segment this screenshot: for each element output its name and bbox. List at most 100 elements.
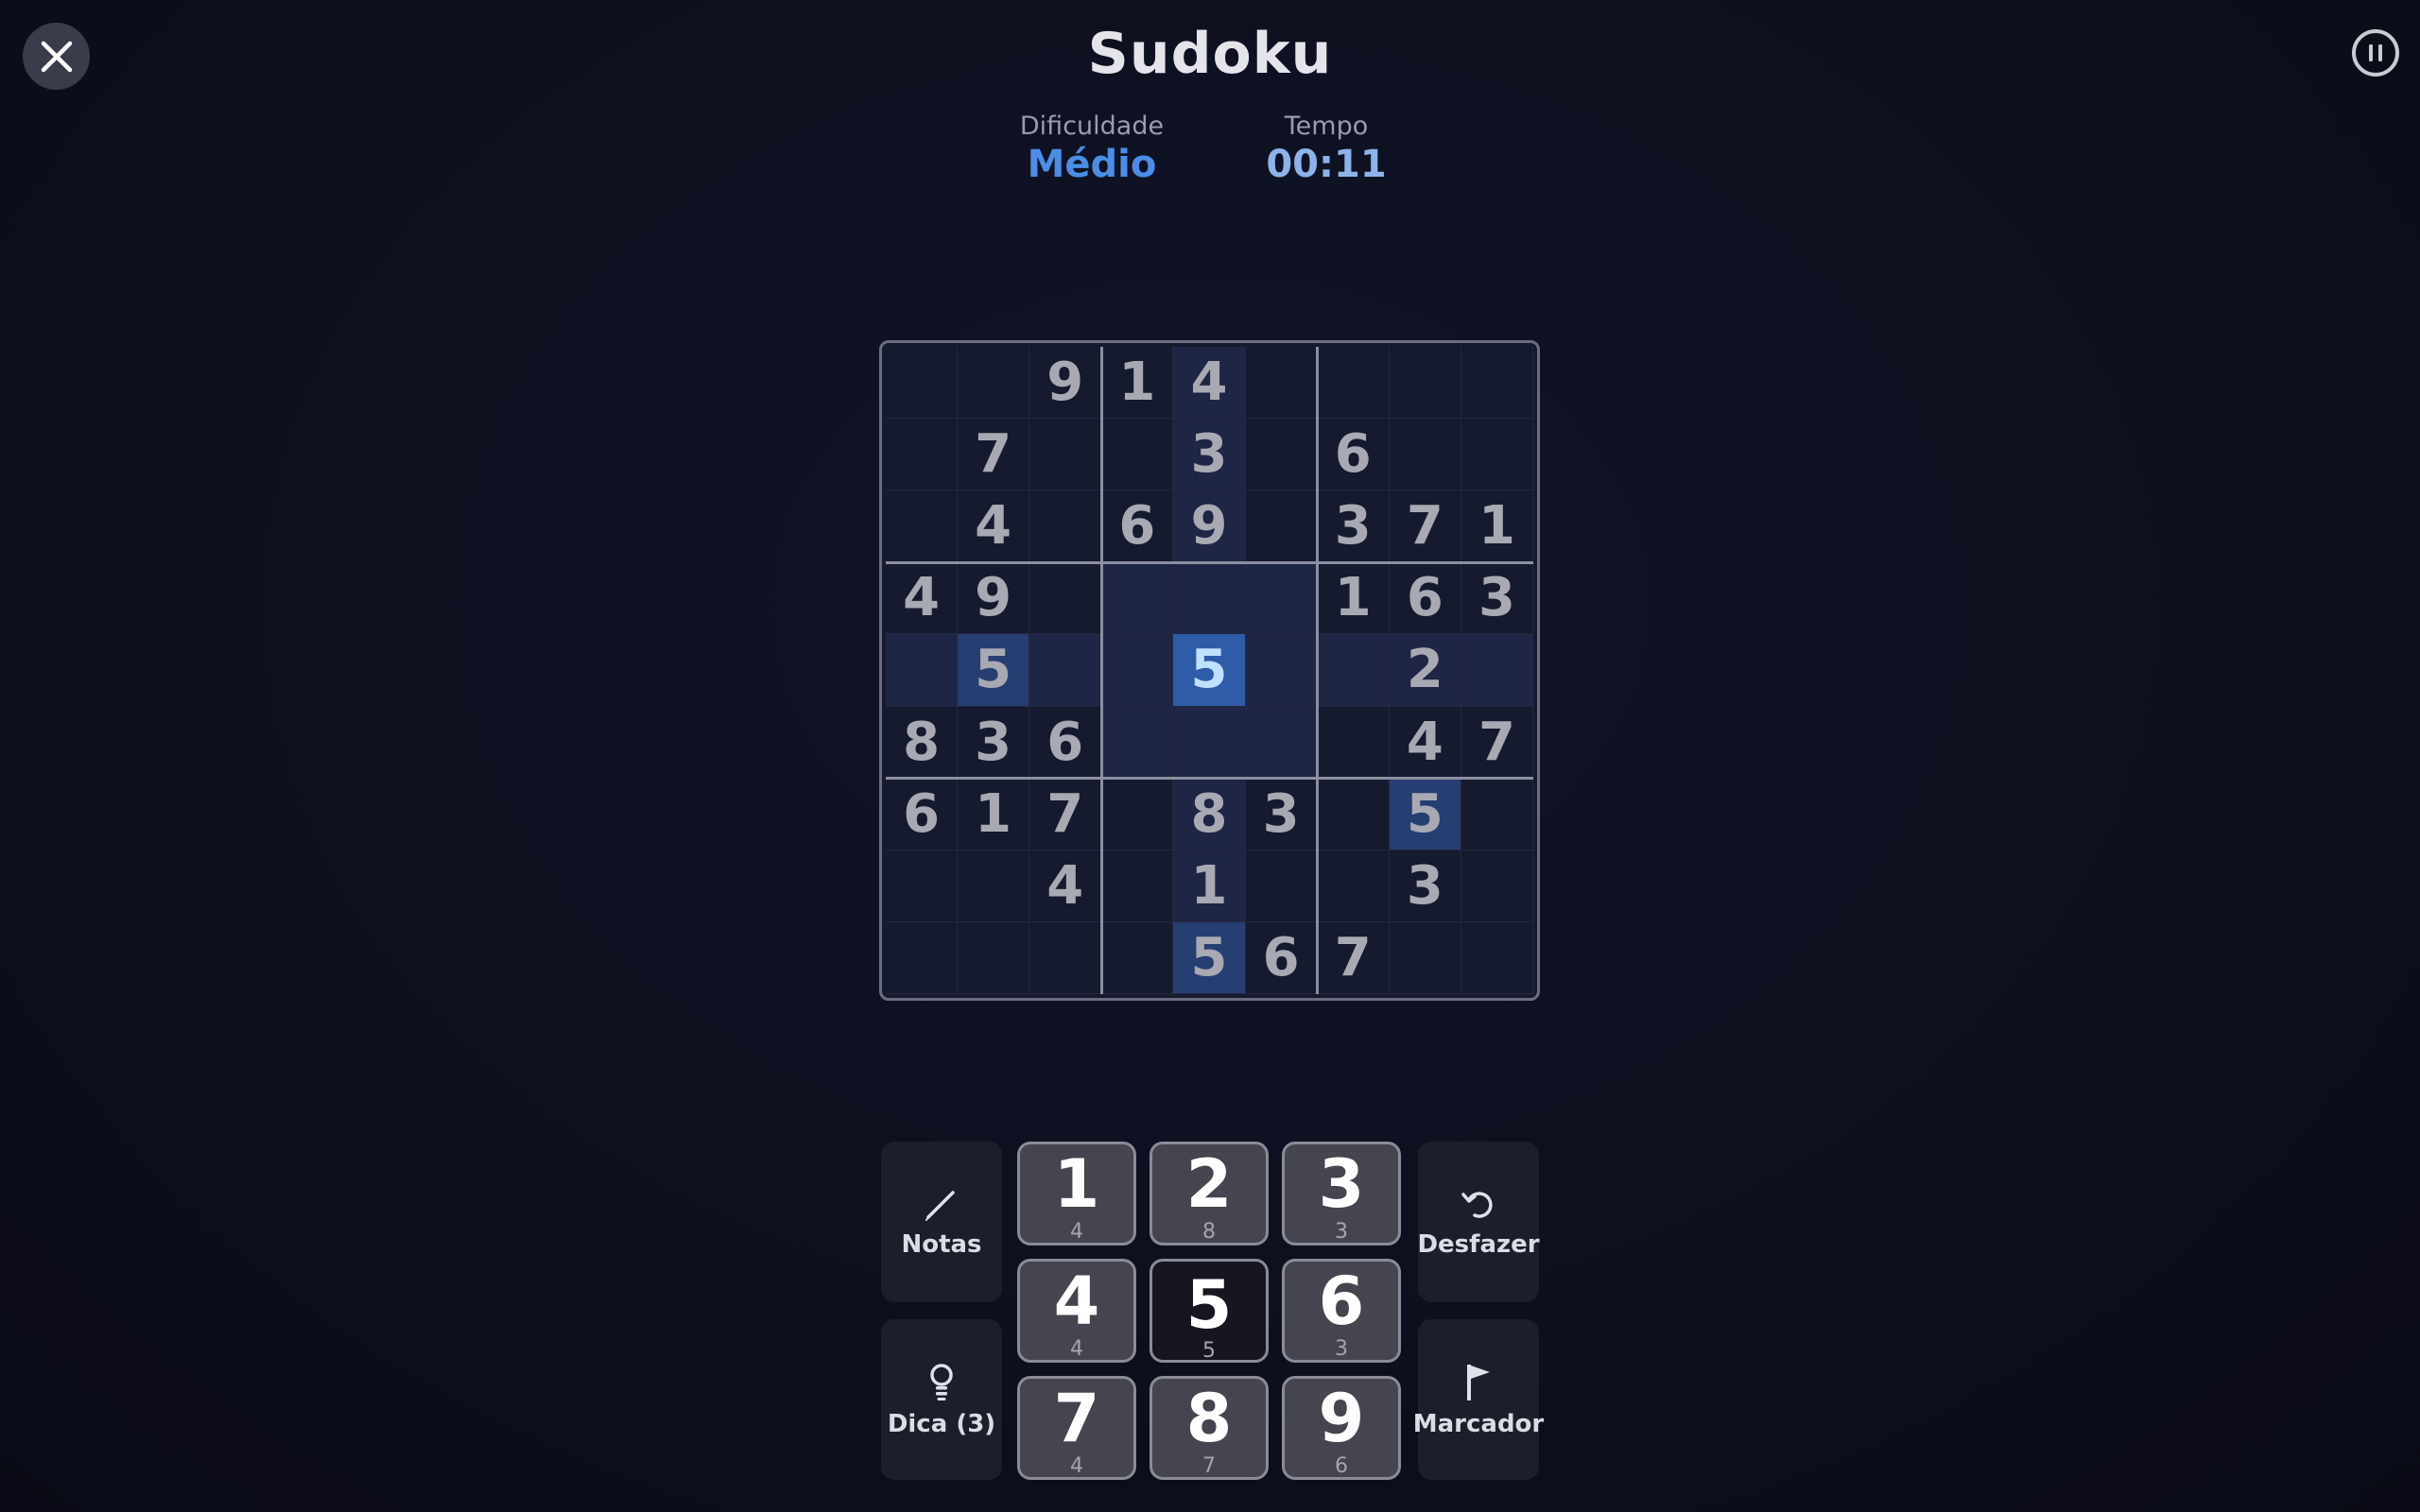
sudoku-cell[interactable]: 5 [958,634,1030,707]
sudoku-cell[interactable]: 3 [1461,562,1533,635]
sudoku-cell[interactable]: 7 [1029,778,1102,850]
undo-button[interactable]: Desfazer [1417,1142,1540,1302]
sudoku-cell[interactable]: 6 [1245,921,1318,994]
number-button-9[interactable]: 96 [1282,1376,1401,1480]
sudoku-cell[interactable] [886,921,959,994]
sudoku-cell[interactable] [1245,490,1318,563]
sudoku-cell[interactable]: 6 [1101,490,1174,563]
sudoku-cell[interactable] [1317,347,1390,420]
sudoku-cell[interactable]: 1 [1173,850,1246,922]
sudoku-cell[interactable]: 8 [1173,778,1246,850]
sudoku-cell[interactable]: 3 [1245,778,1318,850]
sudoku-cell[interactable] [1173,706,1246,779]
sudoku-cell[interactable] [886,634,959,707]
sudoku-cell[interactable] [1461,347,1533,420]
sudoku-cell[interactable] [1461,850,1533,922]
sudoku-cell[interactable]: 6 [886,778,959,850]
sudoku-cell[interactable]: 4 [958,490,1030,563]
sudoku-cell[interactable]: 5 [1173,634,1246,707]
sudoku-cell[interactable] [1029,419,1102,491]
sudoku-cell[interactable] [1461,921,1533,994]
sudoku-cell[interactable]: 9 [1029,347,1102,420]
sudoku-cell[interactable] [886,347,959,420]
number-button-3[interactable]: 33 [1282,1142,1401,1246]
marker-button[interactable]: Marcador [1413,1319,1544,1480]
sudoku-cell[interactable] [1245,634,1318,707]
sudoku-cell[interactable] [1389,419,1461,491]
sudoku-cell[interactable]: 7 [1317,921,1390,994]
sudoku-cell[interactable] [1317,778,1390,850]
hint-button[interactable]: Dica (3) [881,1319,1002,1480]
sudoku-cell[interactable] [1461,419,1533,491]
number-button-5[interactable]: 55 [1150,1259,1269,1363]
sudoku-cell[interactable] [886,490,959,563]
sudoku-cell[interactable]: 1 [1461,490,1533,563]
sudoku-cell[interactable] [1101,419,1174,491]
sudoku-cell[interactable] [1317,706,1390,779]
sudoku-cell[interactable] [1101,706,1174,779]
sudoku-cell[interactable]: 2 [1389,634,1461,707]
sudoku-cell[interactable]: 1 [958,778,1030,850]
sudoku-cell[interactable] [1029,490,1102,563]
sudoku-cell[interactable] [1461,778,1533,850]
sudoku-cell[interactable] [958,850,1030,922]
sudoku-cell[interactable]: 8 [886,706,959,779]
pause-button[interactable] [2352,29,2399,77]
sudoku-cell[interactable] [1101,562,1174,635]
sudoku-cell[interactable] [1173,562,1246,635]
sudoku-cell[interactable]: 1 [1317,562,1390,635]
number-button-8[interactable]: 87 [1150,1376,1269,1480]
sudoku-cell[interactable] [1101,778,1174,850]
pencil-icon [925,1191,955,1221]
sudoku-cell[interactable] [1101,634,1174,707]
sudoku-cell[interactable] [1461,634,1533,707]
sudoku-cell[interactable] [1101,850,1174,922]
number-button-4[interactable]: 44 [1017,1259,1136,1363]
sudoku-cell[interactable]: 3 [1317,490,1390,563]
sudoku-cell[interactable] [958,921,1030,994]
sudoku-cell[interactable] [1317,850,1390,922]
sudoku-cell[interactable]: 7 [958,419,1030,491]
sudoku-cell[interactable] [1245,347,1318,420]
sudoku-cell[interactable]: 4 [1029,850,1102,922]
sudoku-cell[interactable]: 6 [1029,706,1102,779]
sudoku-cell[interactable]: 7 [1389,490,1461,563]
difficulty-label: Dificuldade [1019,112,1165,141]
sudoku-cell[interactable]: 6 [1389,562,1461,635]
sudoku-cell[interactable]: 6 [1317,419,1390,491]
sudoku-cell[interactable] [1245,706,1318,779]
number-count: 8 [1202,1220,1216,1244]
sudoku-cell[interactable]: 4 [1173,347,1246,420]
sudoku-cell[interactable]: 3 [1389,850,1461,922]
sudoku-cell[interactable]: 3 [1173,419,1246,491]
sudoku-cell[interactable]: 1 [1101,347,1174,420]
page-title: Sudoku [1087,21,1333,87]
hint-label: Dica (3) [887,1410,996,1438]
sudoku-cell[interactable]: 9 [958,562,1030,635]
sudoku-cell[interactable]: 7 [1461,706,1533,779]
sudoku-cell[interactable]: 5 [1389,778,1461,850]
number-button-7[interactable]: 74 [1017,1376,1136,1480]
notes-button[interactable]: Notas [881,1142,1002,1302]
sudoku-cell[interactable] [1317,634,1390,707]
number-button-1[interactable]: 14 [1017,1142,1136,1246]
sudoku-cell[interactable] [1029,921,1102,994]
sudoku-cell[interactable] [1029,634,1102,707]
sudoku-cell[interactable] [886,419,959,491]
sudoku-cell[interactable] [1245,850,1318,922]
number-button-6[interactable]: 63 [1282,1259,1401,1363]
sudoku-cell[interactable] [1245,419,1318,491]
sudoku-cell[interactable]: 5 [1173,921,1246,994]
sudoku-cell[interactable] [886,850,959,922]
number-button-2[interactable]: 28 [1150,1142,1269,1246]
sudoku-cell[interactable]: 9 [1173,490,1246,563]
sudoku-cell[interactable]: 3 [958,706,1030,779]
sudoku-cell[interactable] [958,347,1030,420]
sudoku-cell[interactable] [1029,562,1102,635]
sudoku-cell[interactable] [1245,562,1318,635]
sudoku-cell[interactable] [1101,921,1174,994]
sudoku-cell[interactable]: 4 [1389,706,1461,779]
sudoku-cell[interactable]: 4 [886,562,959,635]
sudoku-cell[interactable] [1389,921,1461,994]
sudoku-cell[interactable] [1389,347,1461,420]
